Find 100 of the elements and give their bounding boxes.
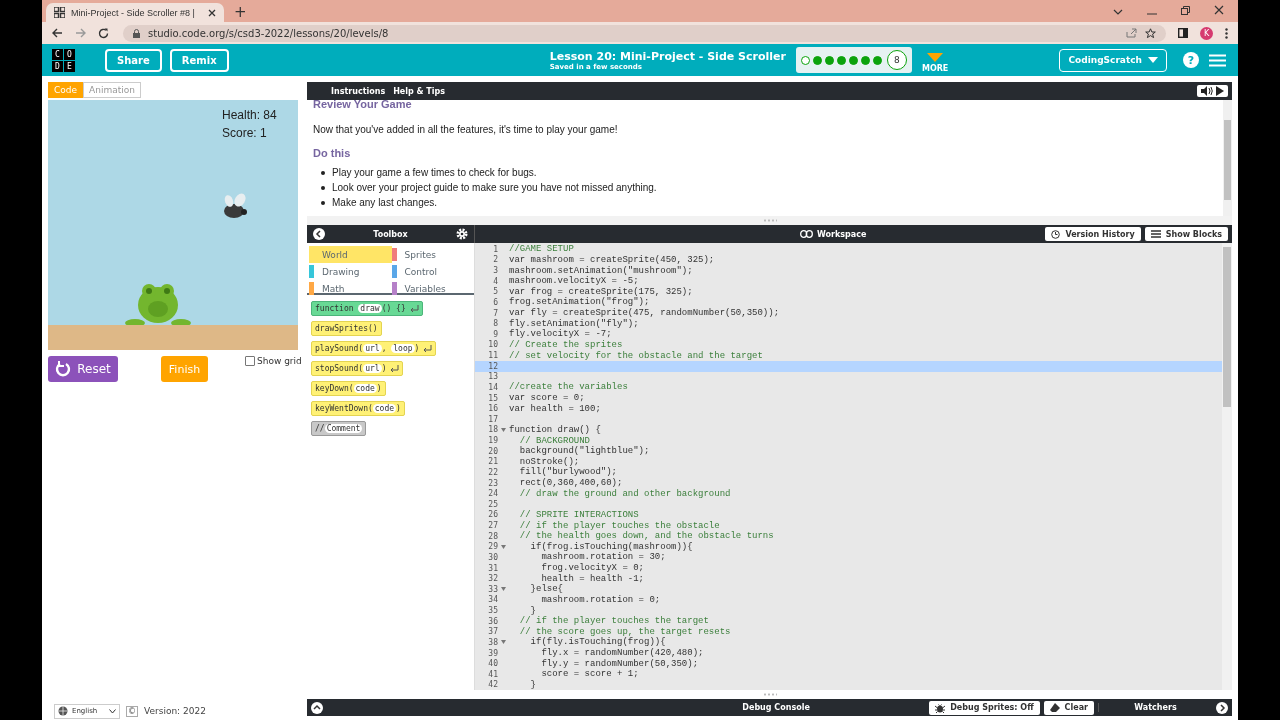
browser-tab[interactable]: Mini-Project - Side Scroller #8 | <box>46 3 224 22</box>
line-number: 10 <box>487 340 498 350</box>
category-item[interactable]: World <box>309 246 392 263</box>
code-line: } <box>530 605 536 616</box>
category-item[interactable]: Sprites <box>391 246 474 263</box>
progress-dot[interactable] <box>848 55 858 65</box>
code-block[interactable]: function draw () {} <box>311 301 423 316</box>
fold-icon[interactable] <box>501 544 506 549</box>
line-number: 25 <box>487 499 498 509</box>
resize-handle[interactable] <box>762 219 777 222</box>
category-item[interactable]: Drawing <box>309 263 392 280</box>
code-line: }else{ <box>529 584 563 595</box>
frog-drawing <box>125 281 191 327</box>
progress-dot[interactable] <box>812 55 822 65</box>
line-number: 24 <box>487 489 498 499</box>
progress-dot[interactable] <box>800 55 810 65</box>
line-number: 41 <box>487 669 498 679</box>
show-grid-checkbox[interactable] <box>245 356 255 366</box>
instruction-step: Play your game a few times to check for bugs. <box>332 165 537 180</box>
code-line: background("lightblue"); <box>518 446 650 457</box>
clear-button[interactable]: Clear <box>1043 700 1094 715</box>
code-block[interactable]: stopSound( url ) <box>311 361 404 376</box>
level-bubble[interactable]: 8 <box>886 50 907 70</box>
code-block[interactable]: keyWentDown( code ) <box>311 401 405 416</box>
share-icon[interactable] <box>1126 28 1137 38</box>
progress-dot[interactable] <box>860 55 870 65</box>
collapse-icon[interactable] <box>311 701 323 714</box>
debug-sprites-button[interactable]: Debug Sprites: Off <box>929 700 1040 715</box>
code-line: fly.velocityX = -7; <box>509 329 612 340</box>
code-line: var health = 100; <box>509 403 601 414</box>
instructions-tab[interactable]: Instructions <box>327 86 390 96</box>
restore-icon[interactable] <box>1181 6 1190 15</box>
line-number: 5 <box>492 287 498 297</box>
instructions-tab[interactable]: Help & Tips <box>389 86 449 96</box>
code-line: fly.x = randomNumber(420,480); <box>540 648 704 659</box>
line-number: 29 <box>487 542 498 552</box>
version-history-button[interactable]: Version History <box>1045 227 1141 241</box>
health-text: Health: 84 <box>222 107 277 124</box>
collapse-icon[interactable] <box>313 228 325 240</box>
instructions-heading: Review Your Game <box>313 100 413 112</box>
chevron-down-icon <box>109 708 116 714</box>
caret-icon <box>927 53 944 62</box>
address-field[interactable]: studio.code.org/s/csd3-2022/lessons/20/levels/8 <box>123 24 1166 42</box>
reload-icon[interactable] <box>98 27 109 39</box>
expand-icon[interactable] <box>1216 701 1228 714</box>
code-line: noStroke(); <box>518 456 580 467</box>
watchers-title: Watchers <box>1098 703 1212 712</box>
speaker-icon[interactable] <box>1201 86 1213 96</box>
line-number: 1 <box>492 244 498 254</box>
sidebar-icon[interactable] <box>1178 28 1188 38</box>
progress-dot[interactable] <box>872 55 882 65</box>
resize-handle[interactable] <box>762 693 777 696</box>
audio-control[interactable] <box>1197 85 1228 97</box>
line-number: 8 <box>492 319 498 329</box>
settings-icon[interactable] <box>456 228 468 240</box>
new-tab-button[interactable]: + <box>234 3 247 21</box>
progress-dot[interactable] <box>824 55 834 65</box>
star-icon[interactable] <box>1145 27 1156 39</box>
back-icon[interactable] <box>52 28 63 38</box>
profile-avatar[interactable]: K <box>1200 26 1213 40</box>
lesson-title: Lesson 20: Mini-Project - Side Scroller <box>549 49 786 63</box>
line-number: 32 <box>487 574 498 584</box>
code-line: var score = 0; <box>509 393 585 404</box>
clock-icon <box>1051 229 1061 239</box>
more-icon[interactable] <box>1225 27 1228 39</box>
line-number: 16 <box>487 404 498 414</box>
code-block[interactable]: playSound( url , loop ) <box>311 341 437 356</box>
code-line: } <box>529 679 536 690</box>
link-icon <box>800 230 814 238</box>
tab-title: Mini-Project - Side Scroller #8 | <box>71 7 196 18</box>
copyright-button[interactable]: © <box>126 705 138 717</box>
code-line: fly.setAnimation("fly"); <box>509 318 639 329</box>
chevron-down-icon[interactable] <box>1113 9 1123 15</box>
progress-dot[interactable] <box>836 55 846 65</box>
instruction-step: Look over your project guide to make sure you have not missed anything. <box>332 180 657 195</box>
code-line: // the score goes up, the target resets <box>518 626 731 637</box>
category-item[interactable]: Variables <box>391 280 474 297</box>
fold-icon[interactable] <box>501 640 506 645</box>
line-number: 13 <box>487 372 498 382</box>
close-icon[interactable] <box>1214 5 1224 15</box>
menu-icon[interactable] <box>1209 53 1226 67</box>
fold-icon[interactable] <box>501 587 506 592</box>
forward-icon[interactable] <box>75 28 86 38</box>
show-blocks-button[interactable]: Show Blocks <box>1144 227 1228 241</box>
code-line: // BACKGROUND <box>518 435 590 446</box>
fold-icon[interactable] <box>501 427 506 432</box>
scrollbar[interactable] <box>1223 100 1232 216</box>
code-logo[interactable]: C O D E <box>52 48 75 72</box>
bug-icon <box>935 702 946 713</box>
scrollbar[interactable] <box>1222 243 1232 690</box>
code-line: mashroom.rotation = 30; <box>540 552 666 563</box>
code-block[interactable]: keyDown( code ) <box>311 381 386 396</box>
reset-button[interactable]: Reset <box>48 356 118 382</box>
category-item[interactable]: Control <box>391 263 474 280</box>
category-item[interactable]: Math <box>309 280 392 297</box>
close-icon[interactable] <box>208 8 216 17</box>
code-block[interactable]: drawSprites() <box>311 321 382 336</box>
instructions-subheading: Do this <box>313 147 352 159</box>
code-block[interactable]: // Comment <box>311 421 367 436</box>
play-icon[interactable] <box>1216 86 1224 96</box>
